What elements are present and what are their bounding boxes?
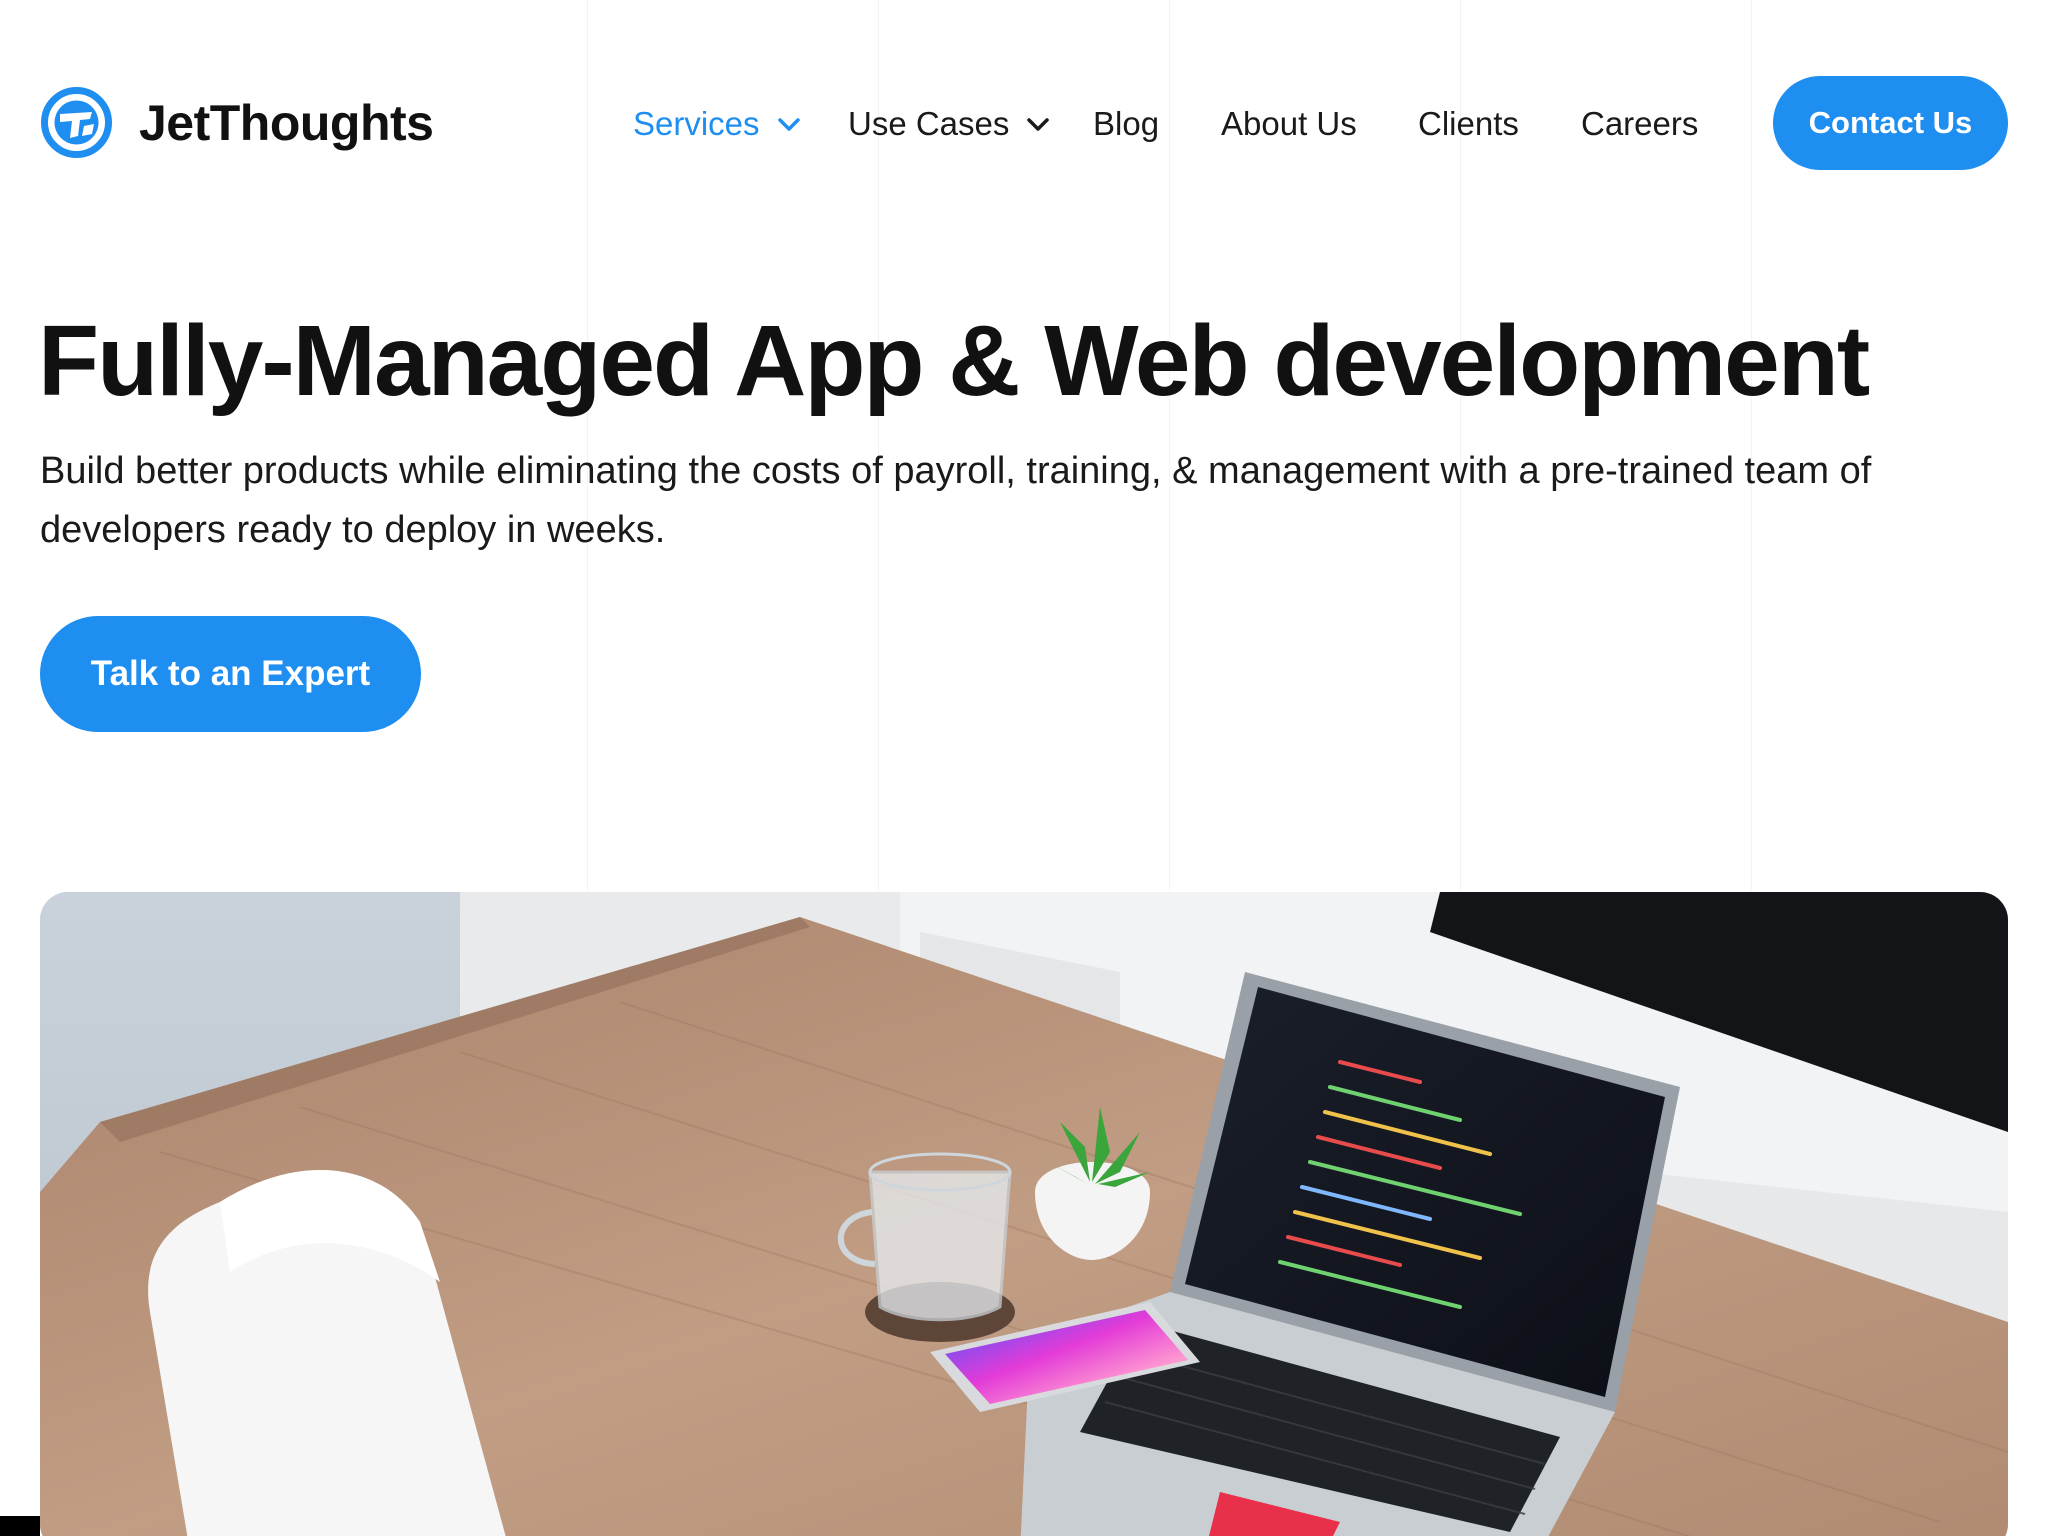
nav-item-clients[interactable]: Clients: [1418, 96, 1519, 152]
chevron-down-icon: [777, 118, 800, 131]
nav-item-label: Services: [633, 105, 760, 142]
nav-item-use-cases[interactable]: Use Cases: [848, 96, 1051, 152]
chevron-down-icon: [1027, 118, 1050, 131]
nav-item-services[interactable]: Services: [633, 96, 802, 152]
nav-item-careers[interactable]: Careers: [1581, 96, 1698, 152]
logo-link[interactable]: JetThoughts: [40, 86, 434, 159]
jetthoughts-logo-icon: [41, 87, 112, 158]
talk-to-expert-button[interactable]: Talk to an Expert: [40, 616, 421, 732]
desk-laptop-photo: [40, 892, 2008, 1536]
nav-item-blog[interactable]: Blog: [1093, 96, 1159, 152]
nav-item-label: About Us: [1221, 105, 1357, 142]
corner-bar: [0, 1516, 40, 1536]
page: JetThoughts Services Use Cases Blog Abou…: [0, 0, 2048, 1536]
nav-item-about-us[interactable]: About Us: [1221, 96, 1357, 152]
nav-item-label: Blog: [1093, 105, 1160, 142]
site-header: JetThoughts Services Use Cases Blog Abou…: [0, 0, 2048, 250]
nav-item-label: Careers: [1581, 105, 1699, 142]
hero-title: Fully-Managed App & Web development: [38, 305, 1870, 417]
nav-item-label: Use Cases: [848, 105, 1010, 142]
nav-item-label: Clients: [1418, 105, 1519, 142]
hero-subtitle: Build better products while eliminating …: [40, 450, 1872, 551]
hero-image: [40, 892, 2008, 1536]
brand-name: JetThoughts: [139, 94, 434, 151]
contact-us-button[interactable]: Contact Us: [1773, 76, 2008, 170]
